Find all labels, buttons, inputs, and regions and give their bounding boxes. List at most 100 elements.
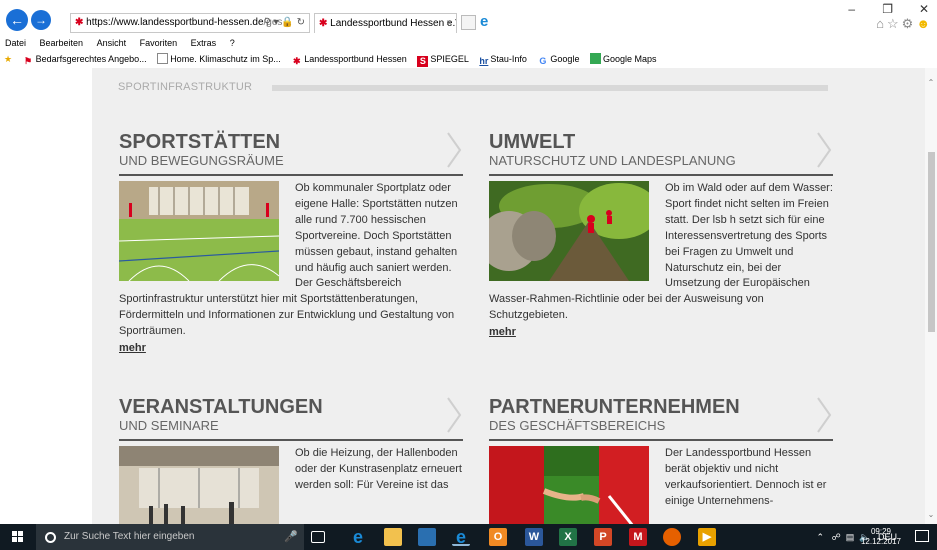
new-tab-button[interactable]	[461, 15, 476, 30]
card-body: Ob die Heizung, der Hallenboden oder der…	[119, 446, 463, 524]
hr-icon: hr	[479, 56, 489, 66]
card-subtitle: DES GESCHÄFTSBEREICHS	[489, 418, 666, 433]
windows-start-icon[interactable]	[0, 524, 36, 550]
favorite-label: Landessportbund Hessen	[304, 54, 407, 64]
more-link[interactable]: mehr	[489, 325, 516, 341]
section-divider	[272, 85, 828, 91]
outlook-icon[interactable]: O	[489, 528, 507, 546]
favorite-google[interactable]: G Google	[537, 51, 579, 68]
card-rule	[489, 174, 833, 176]
card-sportstaetten: SPORTSTÄTTEN UND BEWEGUNGSRÄUME Ob kommu…	[119, 131, 463, 357]
usb-icon[interactable]: ☍	[832, 532, 841, 542]
notifications-icon[interactable]	[915, 530, 929, 542]
search-icon[interactable]: ⚲	[263, 17, 270, 28]
network-icon[interactable]: ▤	[846, 532, 855, 542]
mountain-bike-image[interactable]	[489, 181, 649, 281]
powerpoint-icon[interactable]: P	[594, 528, 612, 546]
favorite-label: Home. Klimaschutz im Sp...	[170, 54, 281, 64]
firefox-icon[interactable]	[663, 528, 681, 546]
menu-bearbeiten[interactable]: Bearbeiten	[40, 38, 84, 48]
favorite-klimaschutz[interactable]: Home. Klimaschutz im Sp...	[157, 51, 281, 68]
scroll-up-icon[interactable]: ⌃	[926, 78, 936, 88]
toolbar-icons: ⌂☆⚙☻	[876, 16, 933, 32]
tab-landessportbund[interactable]: ✱ Landessportbund Hessen e.V. ×	[314, 13, 457, 33]
maximize-icon[interactable]: ❐	[882, 2, 893, 16]
card-subtitle: UND BEWEGUNGSRÄUME	[119, 153, 284, 168]
smiley-icon[interactable]: ☻	[916, 16, 933, 31]
forward-button[interactable]: →	[31, 10, 51, 30]
lock-icon[interactable]: 🔒	[281, 17, 293, 28]
card-veranstaltungen: VERANSTALTUNGEN UND SEMINARE Ob die Heiz…	[119, 396, 463, 524]
chevron-right-icon[interactable]	[445, 396, 463, 434]
search-placeholder: Zur Suche Text hier eingeben	[64, 531, 195, 542]
more-link[interactable]: mehr	[119, 341, 146, 357]
menu-help[interactable]: ?	[230, 38, 235, 48]
menu-datei[interactable]: Datei	[5, 38, 26, 48]
card-title[interactable]: PARTNERUNTERNEHMEN	[489, 396, 833, 418]
taskbar-search[interactable]: Zur Suche Text hier eingeben 🎤	[36, 524, 304, 550]
menu-bar: Datei Bearbeiten Ansicht Favoriten Extra…	[0, 36, 937, 51]
favorite-stau-info[interactable]: hr Stau-Info	[479, 51, 527, 68]
chevron-right-icon[interactable]	[815, 131, 833, 169]
chevron-up-icon[interactable]: ⌃	[817, 532, 825, 542]
favorite-landessportbund[interactable]: ✱ Landessportbund Hessen	[291, 51, 407, 68]
task-view-icon[interactable]	[311, 531, 325, 543]
edge-icon[interactable]: e	[349, 528, 367, 546]
page-scrollbar[interactable]: ⌃ ⌄	[925, 68, 937, 524]
site-favicon-icon: ✱	[75, 17, 84, 28]
card-subtitle: NATURSCHUTZ UND LANDESPLANUNG	[489, 153, 736, 168]
microphone-icon[interactable]: 🎤	[284, 524, 298, 550]
tab-title: Landessportbund Hessen e.V.	[330, 18, 457, 29]
favorites-star-icon[interactable]: ★	[4, 51, 12, 68]
file-explorer-icon[interactable]	[384, 528, 402, 546]
close-tab-icon[interactable]: ×	[446, 14, 452, 33]
seminar-hall-image[interactable]	[119, 446, 279, 524]
favorite-bedarfsgerechtes[interactable]: ⚑ Bedarfsgerechtes Angebo...	[23, 51, 147, 68]
internet-explorer-icon[interactable]: e	[452, 528, 470, 546]
section-label: SPORTINFRASTRUKTUR	[118, 81, 253, 93]
chevron-right-icon[interactable]	[815, 396, 833, 434]
partners-handshake-image[interactable]	[489, 446, 649, 524]
card-title[interactable]: UMWELT	[489, 131, 833, 153]
excel-icon[interactable]: X	[559, 528, 577, 546]
card-body: Ob im Wald oder auf dem Wasser: Sport fi…	[489, 181, 833, 341]
store-icon[interactable]	[418, 528, 436, 546]
sports-hall-image[interactable]	[119, 181, 279, 281]
google-icon: G	[539, 56, 547, 66]
mail-app-icon[interactable]: M	[629, 528, 647, 546]
dropdown-icon[interactable]: ▾	[274, 17, 279, 28]
card-title[interactable]: VERANSTALTUNGEN	[119, 396, 463, 418]
favorite-google-maps[interactable]: Google Maps	[589, 51, 657, 68]
scroll-down-icon[interactable]: ⌄	[926, 510, 936, 520]
refresh-icon[interactable]: ↻	[297, 17, 305, 28]
ie-icon[interactable]: e	[480, 14, 496, 30]
chevron-right-icon[interactable]	[445, 131, 463, 169]
address-bar[interactable]: ✱ https://www.landessportbund-hessen.de/…	[70, 13, 310, 33]
media-player-icon[interactable]: ▶	[698, 528, 716, 546]
tab-favicon-icon: ✱	[319, 18, 328, 29]
menu-ansicht[interactable]: Ansicht	[97, 38, 127, 48]
back-button[interactable]: ←	[6, 9, 28, 31]
word-icon[interactable]: W	[525, 528, 543, 546]
url-host: https://www.landessportbund-hessen.de	[86, 17, 264, 28]
lsb-flag-icon: ⚑	[24, 56, 33, 66]
scrollbar-thumb[interactable]	[928, 152, 935, 332]
menu-extras[interactable]: Extras	[191, 38, 217, 48]
favorite-label: Google	[550, 54, 580, 64]
maps-icon	[589, 53, 601, 64]
browser-titlebar: ← → ✱ https://www.landessportbund-hessen…	[0, 0, 937, 36]
star-icon[interactable]: ☆	[887, 16, 902, 31]
gear-icon[interactable]: ⚙	[902, 16, 917, 31]
favorite-spiegel[interactable]: S SPIEGEL	[417, 51, 469, 68]
minimize-icon[interactable]: –	[848, 2, 855, 16]
home-icon[interactable]: ⌂	[876, 16, 887, 31]
card-title[interactable]: SPORTSTÄTTEN	[119, 131, 463, 153]
card-rule	[119, 174, 463, 176]
close-window-icon[interactable]: ✕	[919, 2, 929, 16]
favorite-label: Bedarfsgerechtes Angebo...	[35, 54, 147, 64]
favorite-label: Stau-Info	[490, 54, 527, 64]
clock[interactable]: 09:29 12.12.2017	[861, 527, 901, 547]
card-umwelt: UMWELT NATURSCHUTZ UND LANDESPLANUNG Ob …	[489, 131, 833, 341]
windows-taskbar: Zur Suche Text hier eingeben 🎤 e e O W X…	[0, 524, 937, 550]
menu-favoriten[interactable]: Favoriten	[140, 38, 178, 48]
